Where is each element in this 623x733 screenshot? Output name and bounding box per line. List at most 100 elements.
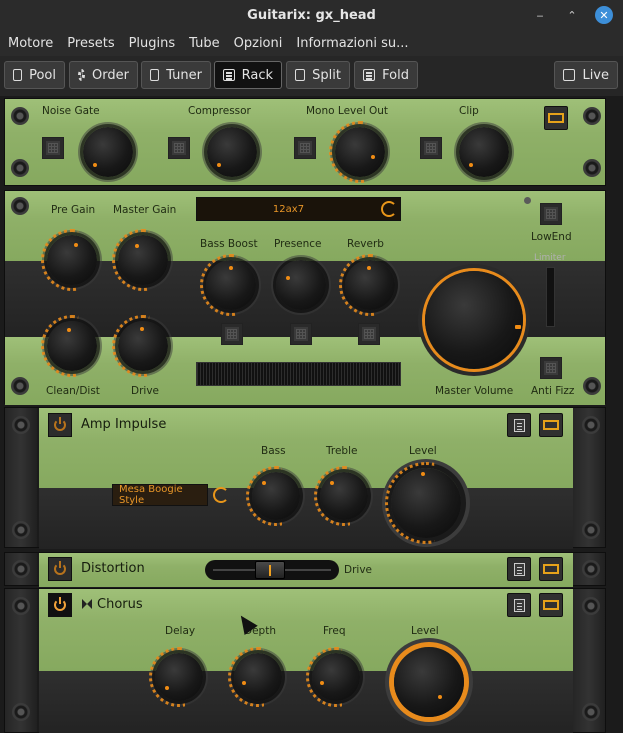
clean-dist-knob[interactable] (41, 315, 97, 377)
chorus-power-button[interactable] (48, 593, 72, 617)
chorus-panel: Chorus Delay Depth Freq Level (4, 588, 606, 733)
tuner-button[interactable]: Tuner (141, 61, 211, 89)
plugin-icon (543, 564, 559, 574)
live-button[interactable]: Live (554, 61, 618, 89)
chorus-level-knob[interactable] (394, 647, 464, 717)
distortion-drive-slider[interactable] (205, 560, 339, 580)
noise-gate-label: Noise Gate (42, 105, 100, 117)
mono-plugin-button[interactable] (544, 106, 568, 130)
distortion-power-button[interactable] (48, 557, 72, 581)
bass-boost-label: Bass Boost (200, 238, 258, 250)
noise-gate-switch[interactable] (42, 137, 64, 159)
chorus-preset-button[interactable] (507, 593, 531, 617)
menu-informazioni[interactable]: Informazioni su... (296, 36, 408, 51)
minimize-icon[interactable]: ‒ (531, 6, 549, 24)
screw-icon (12, 416, 30, 434)
compressor-knob[interactable] (207, 127, 257, 177)
power-icon (54, 597, 66, 611)
order-label: Order (92, 67, 129, 83)
menu-plugins[interactable]: Plugins (129, 36, 176, 51)
menu-opzioni[interactable]: Opzioni (234, 36, 283, 51)
amp-impulse-power-button[interactable] (48, 413, 72, 437)
mono-level-switch[interactable] (294, 137, 316, 159)
menu-motore[interactable]: Motore (8, 36, 53, 51)
screw-icon (12, 521, 30, 539)
mono-level-out-label: Mono Level Out (306, 105, 388, 117)
lowend-switch[interactable] (540, 203, 562, 225)
anti-fizz-switch[interactable] (540, 357, 562, 379)
drive-label: Drive (131, 385, 159, 397)
screw-icon (11, 159, 29, 177)
clip-knob[interactable] (459, 127, 509, 177)
amp-impulse-plugin-button[interactable] (539, 413, 563, 437)
chorus-freq-knob[interactable] (306, 647, 360, 707)
rack-area: Noise Gate Compressor Mono Level Out Cli… (0, 96, 623, 733)
chorus-plugin-button[interactable] (539, 593, 563, 617)
tube-selector[interactable]: 12ax7 (196, 197, 401, 221)
impulse-preset-value: Mesa Boogie Style (119, 484, 183, 506)
reverb-switch[interactable] (358, 323, 380, 345)
pool-button[interactable]: Pool (4, 61, 65, 89)
bass-boost-switch[interactable] (221, 323, 243, 345)
close-icon[interactable]: ✕ (595, 6, 613, 24)
delay-label: Delay (165, 625, 196, 637)
distortion-drive-label: Drive (344, 564, 372, 576)
gear-icon (78, 69, 86, 81)
status-led (524, 197, 531, 204)
screw-icon (583, 107, 601, 125)
fold-button[interactable]: Fold (354, 61, 418, 89)
chorus-depth-knob[interactable] (228, 647, 282, 707)
chorus-delay-knob[interactable] (149, 647, 203, 707)
screw-icon (12, 560, 30, 578)
split-button[interactable]: Split (286, 61, 350, 89)
treble-label: Treble (326, 445, 358, 457)
master-volume-knob[interactable] (425, 271, 523, 369)
order-button[interactable]: Order (69, 61, 138, 89)
pre-gain-knob[interactable] (41, 229, 97, 291)
amp-impulse-preset-button[interactable] (507, 413, 531, 437)
impulse-level-knob[interactable] (385, 462, 461, 544)
screw-icon (583, 159, 601, 177)
cycle-icon[interactable] (213, 487, 229, 503)
title-bar: Guitarix: gx_head ‒ ⌃ ✕ (0, 0, 623, 30)
slider-thumb[interactable] (255, 561, 285, 579)
maximize-icon[interactable]: ⌃ (563, 6, 581, 24)
impulse-treble-knob[interactable] (314, 466, 368, 526)
rack-icon (223, 69, 235, 81)
master-gain-knob[interactable] (112, 229, 168, 291)
freq-label: Freq (323, 625, 346, 637)
power-icon (54, 417, 66, 431)
presence-switch[interactable] (290, 323, 312, 345)
pre-gain-label: Pre Gain (51, 204, 96, 216)
mono-level-out-knob[interactable] (329, 121, 385, 183)
fold-icon (363, 69, 376, 81)
distortion-plugin-button[interactable] (539, 557, 563, 581)
tube-value: 12ax7 (272, 203, 305, 215)
split-icon (295, 69, 306, 81)
menu-tube[interactable]: Tube (189, 36, 219, 51)
document-icon (513, 598, 525, 612)
master-volume-label: Master Volume (435, 385, 514, 397)
distortion-preset-button[interactable] (507, 557, 531, 581)
pool-label: Pool (29, 67, 56, 83)
drive-knob[interactable] (112, 315, 168, 377)
clip-switch[interactable] (420, 137, 442, 159)
compressor-switch[interactable] (168, 137, 190, 159)
limiter-meter (546, 267, 555, 327)
plugin-icon (543, 600, 559, 610)
presence-label: Presence (274, 238, 322, 250)
reverb-knob[interactable] (339, 254, 395, 316)
bass-boost-knob[interactable] (200, 254, 256, 316)
impulse-preset-selector[interactable]: Mesa Boogie Style (112, 484, 208, 506)
reverb-label: Reverb (347, 238, 384, 250)
cycle-icon[interactable] (381, 201, 397, 217)
presence-knob[interactable] (276, 260, 326, 310)
noise-gate-knob[interactable] (83, 127, 133, 177)
rack-button[interactable]: Rack (214, 61, 282, 89)
document-icon (513, 562, 525, 576)
impulse-bass-knob[interactable] (246, 466, 300, 526)
menu-presets[interactable]: Presets (67, 36, 114, 51)
distortion-title: Distortion (81, 561, 145, 576)
level-label: Level (409, 445, 437, 457)
chorus-title: Chorus (97, 597, 143, 612)
